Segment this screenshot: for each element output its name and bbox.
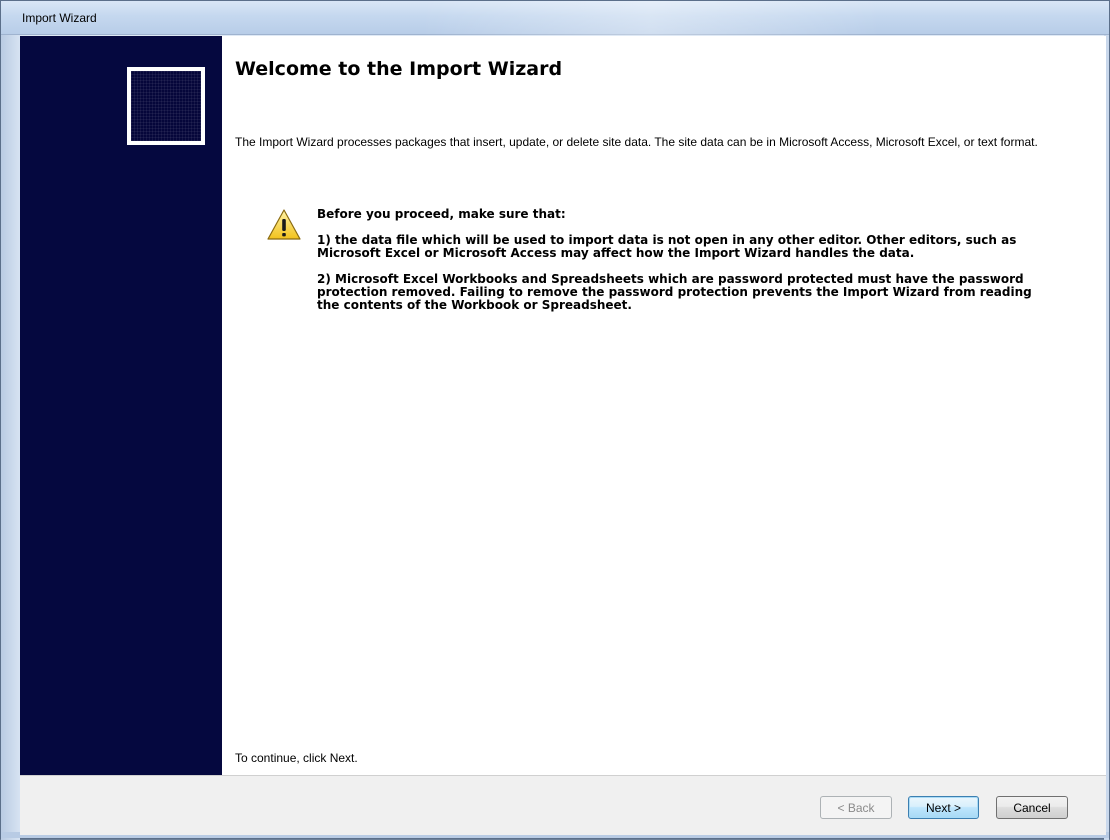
cancel-button[interactable]: Cancel (996, 796, 1068, 819)
warning-item-1: 1) the data file which will be used to i… (317, 233, 1017, 260)
wizard-content-panel: Welcome to the Import Wizard The Import … (222, 36, 1106, 775)
page-title: Welcome to the Import Wizard (235, 58, 563, 80)
warning-message: Before you proceed, make sure that: 1) t… (317, 208, 1047, 325)
next-button[interactable]: Next > (908, 796, 979, 819)
wizard-logo-icon (127, 67, 205, 145)
import-wizard-window: Import Wizard Welcome to the Import Wiza… (0, 0, 1110, 840)
warning-item-2: 2) Microsoft Excel Workbooks and Spreads… (317, 272, 1032, 312)
title-bar[interactable]: Import Wizard (1, 1, 1109, 35)
warning-icon (267, 209, 301, 240)
wizard-button-bar: < Back Next > Cancel (20, 775, 1106, 835)
title-bar-glare (421, 1, 881, 35)
warning-title: Before you proceed, make sure that: (317, 207, 566, 221)
window-title: Import Wizard (22, 11, 97, 25)
continue-hint: To continue, click Next. (235, 751, 358, 765)
window-frame-left (1, 35, 20, 840)
back-button[interactable]: < Back (820, 796, 892, 819)
intro-text: The Import Wizard processes packages tha… (235, 135, 1038, 149)
wizard-side-banner (20, 36, 222, 775)
